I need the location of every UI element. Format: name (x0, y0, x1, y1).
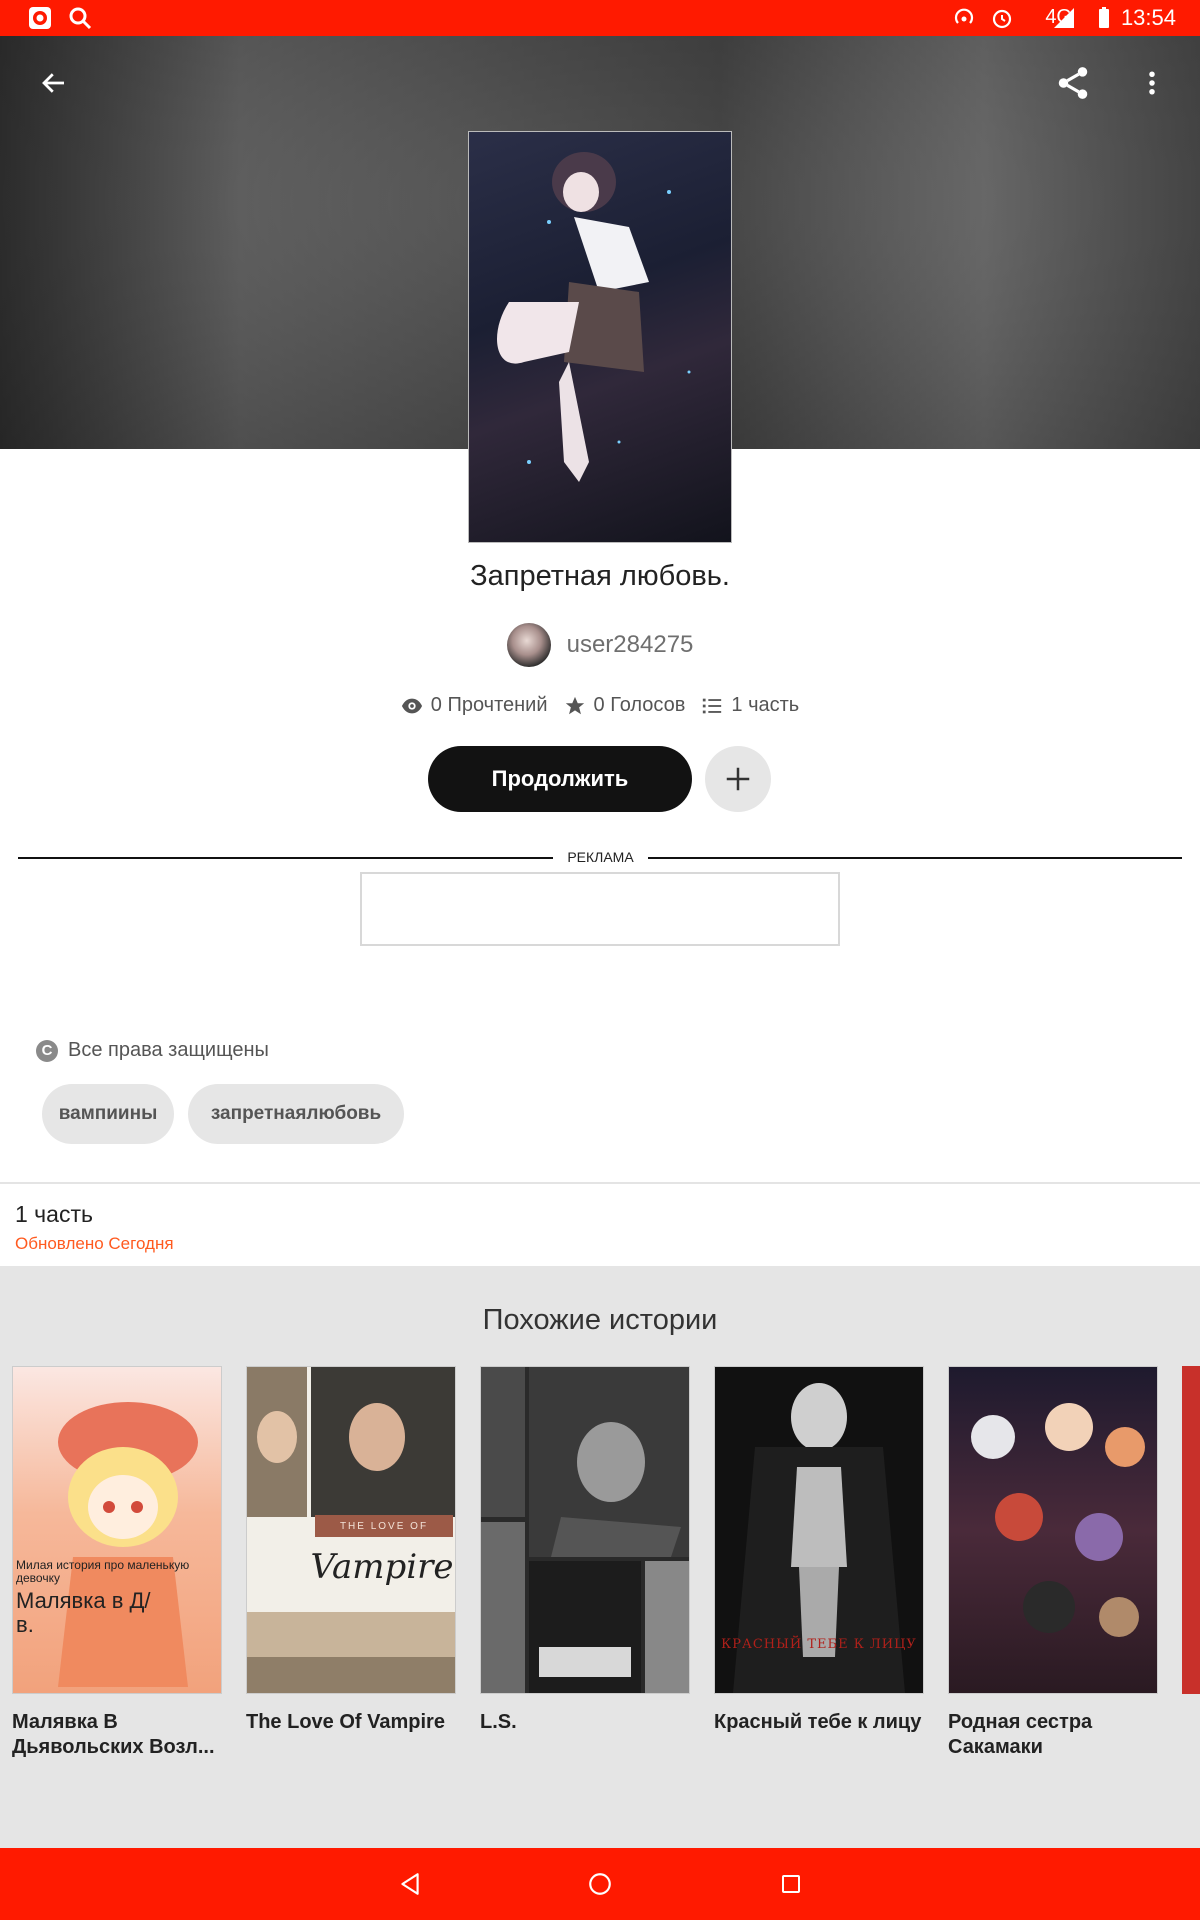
cover-title-text: КРАСНЫЙ ТЕБЕ К ЛИЦУ (721, 1637, 917, 1652)
cover-title-text: Малявка в Д/в. (16, 1588, 151, 1637)
nav-home-button[interactable] (576, 1860, 624, 1908)
star-icon (565, 696, 584, 714)
author-avatar[interactable] (506, 623, 551, 667)
similar-story-cover (480, 1366, 690, 1694)
similar-story-title[interactable]: Родная сестра Сакамаки (948, 1710, 1158, 1760)
similar-story-card[interactable]: Милая история про маленькую девочку Маля… (12, 1366, 222, 1760)
list-icon (703, 698, 722, 713)
battery-icon (1099, 7, 1109, 28)
votes-stat: 0 Голосов (564, 694, 686, 717)
similar-story-card[interactable]: L.S. (480, 1366, 690, 1735)
status-bar: 4G 13:54 (0, 0, 1200, 36)
navigation-bar (0, 1848, 1200, 1920)
triangle-back-icon (401, 1873, 419, 1895)
similar-story-title[interactable]: The Love Of Vampire (246, 1710, 456, 1735)
similar-story-card[interactable]: Родная сестра Сакамаки (948, 1366, 1158, 1760)
more-vert-icon (1149, 71, 1155, 95)
ad-label: РЕКЛАМА (567, 849, 634, 865)
copyright-icon: C (36, 1039, 58, 1062)
copyright-text: Все права защищены (68, 1039, 269, 1061)
nav-back-button[interactable] (386, 1860, 434, 1908)
ad-divider-right (648, 857, 1182, 859)
cover-title-text: Vampire (310, 1547, 454, 1587)
share-button[interactable] (1045, 55, 1101, 111)
parts-list-title[interactable]: 1 часть (15, 1201, 93, 1228)
author-row[interactable]: user284275 (0, 622, 1200, 668)
similar-story-title[interactable]: L.S. (480, 1710, 690, 1735)
signal-icon (1054, 8, 1074, 28)
similar-stories-title: Похожие истории (482, 1304, 718, 1336)
reads-stat: 0 Прочтений (401, 694, 548, 717)
eye-icon (401, 698, 422, 713)
similar-story-cover: КРАСНЫЙ ТЕБЕ К ЛИЦУ (714, 1366, 924, 1694)
cover-illustration (971, 1403, 1145, 1637)
circle-home-icon (589, 1873, 611, 1895)
app-notification-icon (29, 7, 51, 29)
ad-banner[interactable] (360, 872, 840, 946)
parts-updated-label: Обновлено Сегодня (15, 1234, 174, 1253)
similar-story-cover: Милая история про маленькую девочку Маля… (12, 1366, 222, 1694)
cover-illustration (58, 1402, 198, 1687)
similar-story-title[interactable]: Малявка В Дьявольских Возл... (12, 1710, 222, 1760)
continue-reading-button[interactable]: Продолжить (428, 746, 692, 812)
clock: 13:54 (1120, 5, 1176, 30)
copyright-notice: C Все права защищены (36, 1039, 269, 1062)
nav-recents-button[interactable] (767, 1860, 815, 1908)
reads-count: 0 Прочтений (430, 694, 548, 716)
plus-icon (726, 767, 750, 791)
similar-story-cover: THE LOVE OF Vampire (246, 1366, 456, 1694)
add-to-library-button[interactable] (705, 746, 771, 812)
cover-illustration (497, 152, 691, 482)
search-notification-icon (69, 7, 92, 30)
similar-story-card[interactable]: КРАСНЫЙ ТЕБЕ К ЛИЦУ Красный тебе к лицу (714, 1366, 924, 1735)
votes-count: 0 Голосов (593, 694, 686, 716)
share-icon (1058, 67, 1088, 99)
ad-divider-left (18, 857, 553, 859)
arrow-back-icon (42, 73, 64, 93)
similar-story-card-partial[interactable] (1182, 1366, 1200, 1694)
back-button[interactable] (26, 55, 82, 111)
hotspot-icon (954, 8, 974, 24)
section-divider (0, 1182, 1200, 1184)
square-recents-icon (782, 1875, 800, 1893)
more-options-button[interactable] (1124, 55, 1180, 111)
cover-band-text: THE LOVE OF (315, 1515, 453, 1537)
similar-story-cover (948, 1366, 1158, 1694)
cover-illustration (481, 1367, 689, 1693)
story-cover-image[interactable] (468, 131, 732, 543)
alarm-icon (992, 9, 1012, 29)
cover-caption: Милая история про маленькую девочку (16, 1558, 190, 1585)
story-title: Запретная любовь. (470, 560, 730, 592)
similar-story-card[interactable]: THE LOVE OF Vampire The Love Of Vampire (246, 1366, 456, 1735)
similar-story-title[interactable]: Красный тебе к лицу (714, 1710, 924, 1735)
author-name[interactable]: user284275 (567, 631, 694, 659)
tag-chip[interactable]: запретнаялюбовь (188, 1084, 404, 1144)
tag-chip[interactable]: вампиины (42, 1084, 174, 1144)
parts-stat: 1 часть (701, 694, 799, 717)
story-stats: 0 Прочтений 0 Голосов 1 часть (0, 694, 1200, 717)
parts-count: 1 часть (731, 694, 800, 716)
